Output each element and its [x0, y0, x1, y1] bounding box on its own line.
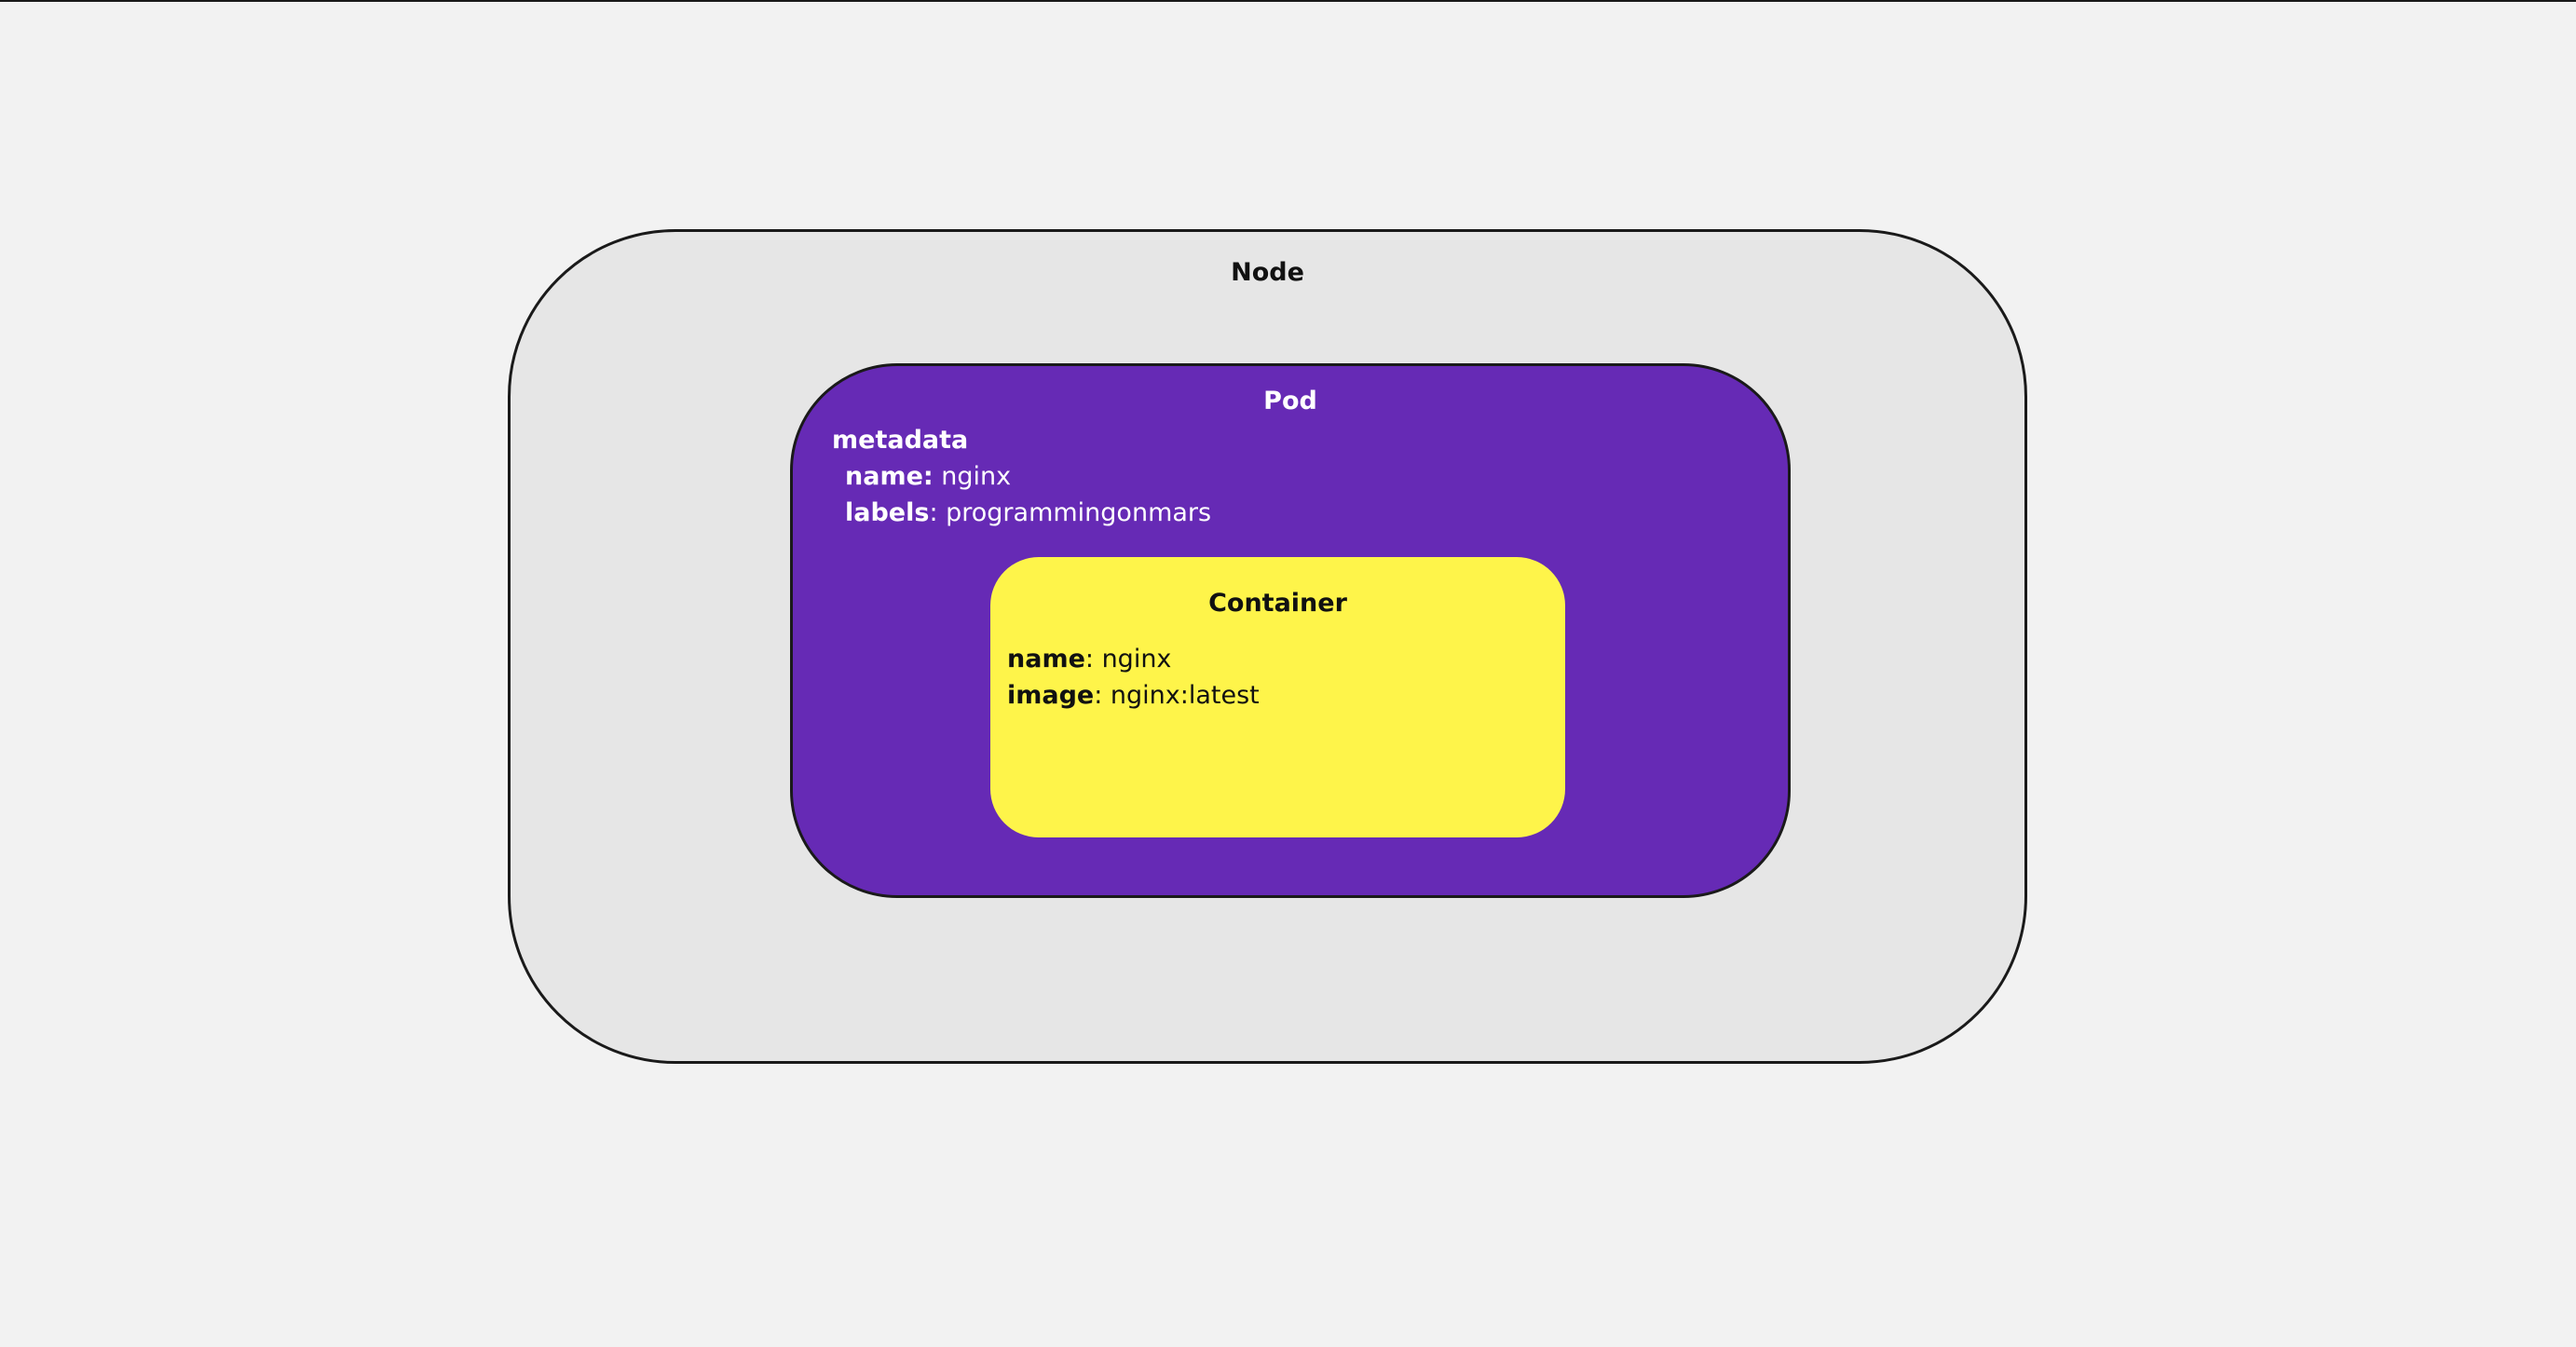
- container-image-value: : nginx:latest: [1094, 681, 1260, 710]
- container-name-key: name: [1007, 645, 1085, 674]
- pod-name-row: name: nginx: [832, 458, 1211, 495]
- container-title: Container: [1208, 589, 1347, 618]
- container-image-row: image: nginx:latest: [1007, 677, 1260, 714]
- pod-labels-key: labels: [845, 498, 930, 527]
- pod-labels-value: : programmingonmars: [929, 498, 1212, 527]
- container-name-row: name: nginx: [1007, 641, 1260, 677]
- node-title: Node: [1231, 258, 1304, 287]
- pod-name-value: nginx: [933, 462, 1012, 491]
- pod-name-key: name:: [845, 462, 934, 491]
- pod-labels-row: labels: programmingonmars: [832, 495, 1211, 531]
- container-name-value: : nginx: [1084, 645, 1172, 674]
- container-properties: name: nginx image: nginx:latest: [1007, 641, 1260, 714]
- container-box: Container name: nginx image: nginx:lates…: [990, 557, 1565, 837]
- pod-title: Pod: [1263, 387, 1317, 415]
- diagram-canvas: Node Pod metadata name: nginx labels: pr…: [0, 0, 2576, 1347]
- pod-metadata: metadata name: nginx labels: programming…: [832, 422, 1211, 531]
- container-image-key: image: [1007, 681, 1095, 710]
- metadata-label: metadata: [832, 426, 969, 455]
